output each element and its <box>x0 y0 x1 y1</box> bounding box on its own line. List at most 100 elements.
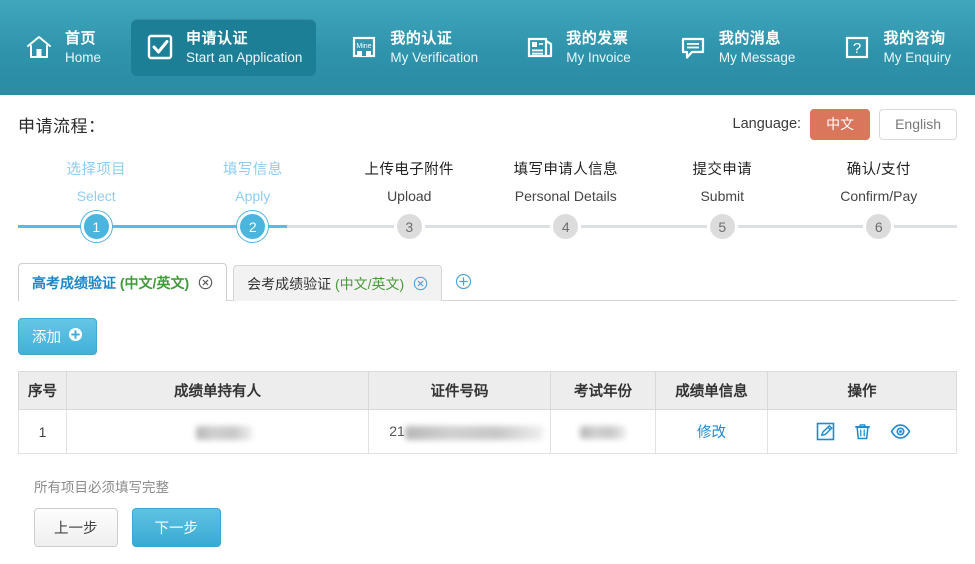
redacted-value <box>196 425 252 440</box>
previous-step-button[interactable]: 上一步 <box>34 508 118 547</box>
nav-item-label-en: My Message <box>718 49 796 65</box>
step-number-badge[interactable]: 4 <box>550 211 582 242</box>
language-english-button[interactable]: English <box>879 108 957 140</box>
nav-item-label-cn: 我的认证 <box>390 29 453 47</box>
tab-gaokao-score-verification[interactable]: 高考成绩验证 (中文/英文) <box>18 263 228 301</box>
nav-item-my-invoice[interactable]: 我的发票 My Invoice <box>511 19 645 77</box>
wizard-navigation-buttons: 上一步 下一步 <box>18 508 957 547</box>
cell-holder-name <box>66 409 369 454</box>
tab-sublabel: (中文/英文) <box>335 275 405 292</box>
nav-item-label-en: My Invoice <box>566 49 631 65</box>
nav-item-label-en: Home <box>65 49 102 65</box>
question-square-icon: ? <box>842 32 872 62</box>
id-number-prefix: 21 <box>389 423 405 440</box>
application-stepper: 选择项目 Select 1 填写信息 Apply 2 上传电子附件 Upload… <box>18 155 957 247</box>
add-tab-button[interactable] <box>448 267 478 301</box>
mine-card-icon: Mine <box>349 32 379 62</box>
stepper-step-1[interactable]: 选择项目 Select 1 <box>18 155 175 247</box>
nav-item-label-cn: 我的咨询 <box>883 29 946 47</box>
close-icon[interactable] <box>413 276 428 291</box>
language-label: Language: <box>732 116 802 132</box>
step-number-badge[interactable]: 5 <box>706 211 738 242</box>
table-row: 1 21 修改 <box>18 409 957 454</box>
tab-sublabel: (中文/英文) <box>119 274 190 291</box>
add-button-label: 添加 <box>32 330 61 346</box>
project-tabs: 高考成绩验证 (中文/英文) 会考成绩验证 (中文/英文) <box>18 263 957 301</box>
nav-item-label-en: Start an Application <box>186 49 303 65</box>
cell-actions <box>767 409 957 454</box>
table-header: 序号 成绩单持有人 证件号码 考试年份 成绩单信息 操作 <box>18 371 957 410</box>
nav-item-home[interactable]: 首页 Home <box>10 19 115 77</box>
step-label-cn: 选择项目 <box>66 162 127 178</box>
checkbox-square-icon <box>145 32 175 62</box>
tab-huikao-score-verification[interactable]: 会考成绩验证 (中文/英文) <box>233 265 443 301</box>
edit-score-info-link[interactable]: 修改 <box>697 425 726 441</box>
stepper-step-4[interactable]: 填写申请人信息 Personal Details 4 <box>488 155 645 247</box>
step-label-cn: 填写信息 <box>222 162 283 178</box>
step-label-en: Select <box>76 188 116 204</box>
add-record-button[interactable]: 添加 <box>18 318 97 355</box>
tab-label: 高考成绩验证 <box>32 274 116 291</box>
stepper-step-6[interactable]: 确认/支付 Confirm/Pay 6 <box>801 155 958 247</box>
nav-item-my-enquiry[interactable]: ? 我的咨询 My Enquiry <box>828 19 965 77</box>
column-header-index: 序号 <box>18 371 67 410</box>
plus-circle-icon <box>455 273 472 295</box>
step-number-badge[interactable]: 2 <box>237 211 269 242</box>
cell-id-number: 21 <box>368 409 551 454</box>
step-number-badge[interactable]: 3 <box>393 211 425 242</box>
stepper-step-2[interactable]: 填写信息 Apply 2 <box>175 155 332 247</box>
step-label-cn: 提交申请 <box>692 162 753 178</box>
page-header-row: 申请流程： Language: 中文 English <box>18 95 957 147</box>
stepper-step-3[interactable]: 上传电子附件 Upload 3 <box>331 155 488 247</box>
table-body: 1 21 修改 <box>18 409 957 454</box>
nav-item-label-cn: 首页 <box>65 29 97 47</box>
language-switcher: Language: 中文 English <box>732 108 957 140</box>
nav-item-my-verification[interactable]: Mine 我的认证 My Verification <box>335 19 492 77</box>
nav-item-label-en: My Verification <box>390 49 479 65</box>
main-navigation-bar: 首页 Home 申请认证 Start an Application Mine 我… <box>0 0 975 95</box>
page-title: 申请流程： <box>18 116 106 136</box>
nav-item-my-message[interactable]: 我的消息 My Message <box>664 19 810 77</box>
column-header-info: 成绩单信息 <box>655 371 768 410</box>
step-number-badge[interactable]: 6 <box>863 211 895 242</box>
svg-text:Mine: Mine <box>357 43 372 50</box>
view-icon[interactable] <box>890 422 910 441</box>
nav-item-label-en: My Enquiry <box>883 49 951 65</box>
column-header-year: 考试年份 <box>550 371 656 410</box>
step-label-en: Personal Details <box>514 188 617 204</box>
next-step-button[interactable]: 下一步 <box>131 508 221 547</box>
step-label-en: Upload <box>387 188 432 204</box>
stepper-step-5[interactable]: 提交申请 Submit 5 <box>644 155 801 247</box>
step-label-en: Submit <box>700 188 745 204</box>
speech-bubble-icon <box>678 32 708 62</box>
column-header-id: 证件号码 <box>368 371 551 410</box>
step-label-en: Apply <box>235 188 271 204</box>
home-icon <box>24 32 54 62</box>
invoice-icon <box>525 32 555 62</box>
column-header-holder: 成绩单持有人 <box>66 371 369 410</box>
nav-item-label-cn: 我的发票 <box>566 29 629 47</box>
step-label-en: Confirm/Pay <box>840 188 918 204</box>
delete-icon[interactable] <box>853 422 872 441</box>
page-content: 申请流程： Language: 中文 English 选择项目 Select 1… <box>0 95 975 547</box>
nav-item-label-cn: 申请认证 <box>186 29 249 47</box>
redacted-value <box>580 426 626 440</box>
language-chinese-button[interactable]: 中文 <box>810 108 871 140</box>
step-label-cn: 上传电子附件 <box>364 162 454 178</box>
plus-circle-icon <box>68 327 83 346</box>
close-icon[interactable] <box>198 275 213 290</box>
edit-icon[interactable] <box>816 422 835 441</box>
nav-item-label-cn: 我的消息 <box>718 29 781 47</box>
svg-text:?: ? <box>853 40 861 57</box>
step-number-badge[interactable]: 1 <box>80 211 112 242</box>
cell-exam-year <box>550 409 656 454</box>
redacted-value <box>404 425 543 440</box>
nav-item-start-application[interactable]: 申请认证 Start an Application <box>131 18 317 77</box>
step-label-cn: 确认/支付 <box>846 162 911 178</box>
score-records-table: 序号 成绩单持有人 证件号码 考试年份 成绩单信息 操作 1 21 修改 <box>18 371 957 454</box>
cell-row-index: 1 <box>18 409 67 454</box>
tab-label: 会考成绩验证 <box>247 275 332 292</box>
form-validation-note: 所有项目必须填写完整 <box>34 480 169 495</box>
score-records-table-wrapper: 序号 成绩单持有人 证件号码 考试年份 成绩单信息 操作 1 21 修改 <box>18 371 957 454</box>
cell-score-info: 修改 <box>655 409 768 454</box>
